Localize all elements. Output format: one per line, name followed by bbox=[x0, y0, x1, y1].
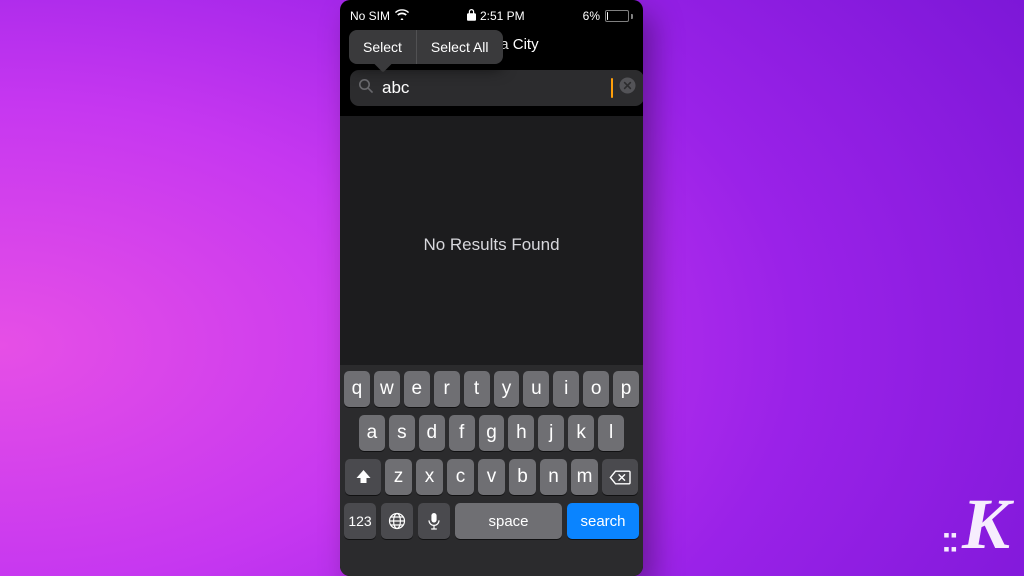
key-v[interactable]: v bbox=[478, 459, 505, 495]
key-h[interactable]: h bbox=[508, 415, 534, 451]
key-i[interactable]: i bbox=[553, 371, 579, 407]
keyboard-row-bottom: 123 space search bbox=[344, 503, 639, 539]
dictation-key[interactable] bbox=[418, 503, 450, 539]
key-u[interactable]: u bbox=[523, 371, 549, 407]
carrier-text: No SIM bbox=[350, 9, 390, 23]
key-m[interactable]: m bbox=[571, 459, 598, 495]
search-key[interactable]: search bbox=[567, 503, 639, 539]
status-bar: No SIM 2:51 PM 6% bbox=[340, 0, 643, 26]
search-row: Cancel bbox=[340, 64, 643, 116]
shift-key[interactable] bbox=[345, 459, 381, 495]
key-l[interactable]: l bbox=[598, 415, 624, 451]
key-j[interactable]: j bbox=[538, 415, 564, 451]
keyboard-row-2: asdfghjkl bbox=[344, 415, 639, 451]
key-q[interactable]: q bbox=[344, 371, 370, 407]
search-field[interactable] bbox=[350, 70, 643, 106]
text-caret bbox=[611, 78, 613, 98]
keyboard-row-3: zxcvbnm bbox=[344, 459, 639, 495]
key-w[interactable]: w bbox=[374, 371, 400, 407]
space-key[interactable]: space bbox=[455, 503, 562, 539]
lock-icon bbox=[467, 9, 476, 24]
key-y[interactable]: y bbox=[494, 371, 520, 407]
results-area: No Results Found bbox=[340, 116, 643, 374]
key-b[interactable]: b bbox=[509, 459, 536, 495]
key-f[interactable]: f bbox=[449, 415, 475, 451]
key-s[interactable]: s bbox=[389, 415, 415, 451]
numbers-key[interactable]: 123 bbox=[344, 503, 376, 539]
key-o[interactable]: o bbox=[583, 371, 609, 407]
keyboard: qwertyuiop asdfghjkl zxcvbnm 123 bbox=[340, 365, 643, 576]
key-x[interactable]: x bbox=[416, 459, 443, 495]
watermark-logo: ▪▪▪▪ K bbox=[943, 483, 1006, 566]
key-t[interactable]: t bbox=[464, 371, 490, 407]
key-p[interactable]: p bbox=[613, 371, 639, 407]
battery-icon bbox=[605, 10, 633, 22]
key-d[interactable]: d bbox=[419, 415, 445, 451]
select-all-menu-item[interactable]: Select All bbox=[417, 30, 503, 64]
backspace-key[interactable] bbox=[602, 459, 638, 495]
search-icon bbox=[358, 78, 374, 99]
key-g[interactable]: g bbox=[479, 415, 505, 451]
wifi-icon bbox=[395, 9, 409, 23]
key-a[interactable]: a bbox=[359, 415, 385, 451]
key-n[interactable]: n bbox=[540, 459, 567, 495]
key-c[interactable]: c bbox=[447, 459, 474, 495]
key-k[interactable]: k bbox=[568, 415, 594, 451]
keyboard-row-1: qwertyuiop bbox=[344, 371, 639, 407]
key-e[interactable]: e bbox=[404, 371, 430, 407]
clock-text: 2:51 PM bbox=[480, 9, 525, 23]
key-z[interactable]: z bbox=[385, 459, 412, 495]
globe-key[interactable] bbox=[381, 503, 413, 539]
clear-icon[interactable] bbox=[619, 77, 636, 99]
wallpaper: No SIM 2:51 PM 6% Choose a City bbox=[0, 0, 1024, 576]
no-results-label: No Results Found bbox=[423, 235, 559, 255]
search-input[interactable] bbox=[380, 77, 605, 99]
key-r[interactable]: r bbox=[434, 371, 460, 407]
battery-pct: 6% bbox=[583, 9, 600, 23]
edit-menu-callout: Select Select All bbox=[349, 30, 503, 64]
phone-frame: No SIM 2:51 PM 6% Choose a City bbox=[340, 0, 643, 576]
